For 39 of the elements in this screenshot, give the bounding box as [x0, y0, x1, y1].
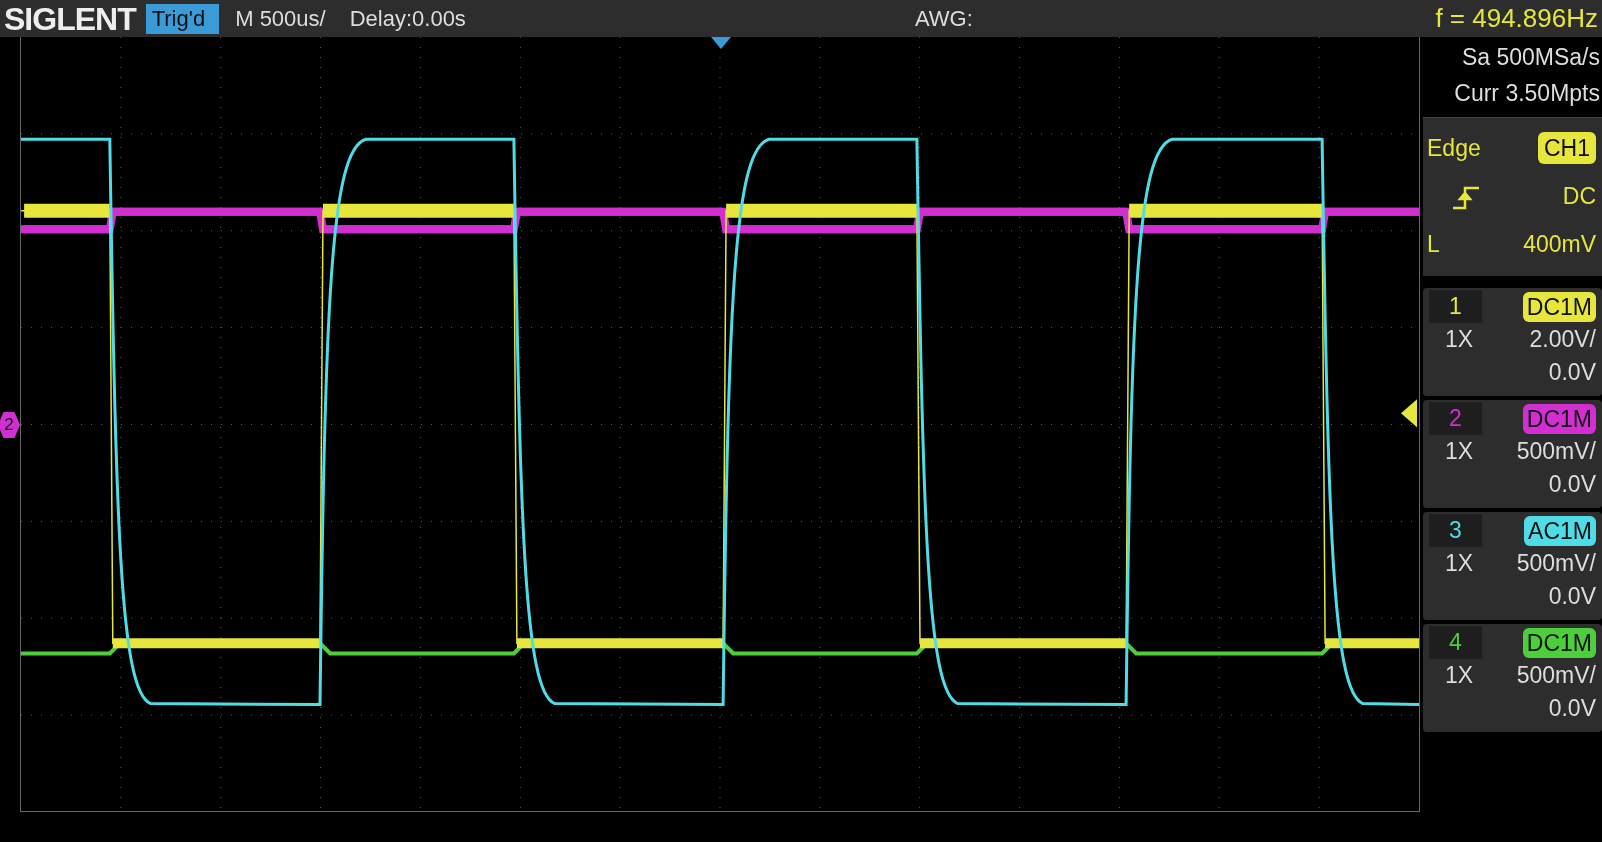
channel-panel[interactable]: 1 DC1M 1X 2.00V/ 0.0V: [1423, 288, 1602, 396]
probe-ratio: 1X: [1444, 661, 1474, 690]
channel-marker: 2: [0, 412, 20, 438]
channel-number: 4: [1429, 626, 1482, 659]
trigger-type: Edge: [1427, 133, 1481, 163]
awg-label: AWG:: [915, 5, 973, 33]
vertical-scale: 500mV/: [1516, 549, 1596, 578]
timebase: M 500us/: [235, 5, 326, 33]
channel-number: 2: [1429, 402, 1482, 435]
vertical-offset: 0.0V: [1548, 470, 1596, 499]
channel-coupling: DC1M: [1522, 291, 1596, 322]
vertical-scale: 500mV/: [1516, 661, 1596, 690]
trigger-delay: Delay:0.00s: [349, 5, 466, 33]
channel-panel[interactable]: 4 DC1M 1X 500mV/ 0.0V: [1423, 624, 1602, 732]
probe-ratio: 1X: [1444, 549, 1474, 578]
trigger-source: CH1: [1538, 132, 1596, 164]
vertical-scale: 2.00V/: [1529, 325, 1596, 354]
vertical-offset: 0.0V: [1548, 694, 1596, 723]
channel-coupling: AC1M: [1524, 515, 1596, 546]
channel-coupling: DC1M: [1522, 403, 1596, 434]
vertical-offset: 0.0V: [1548, 582, 1596, 611]
trigger-status: Trig'd: [145, 3, 220, 34]
sample-rate: Sa 500MSa/s: [1460, 43, 1600, 72]
trigger-level-label: L: [1427, 229, 1440, 259]
memory-depth: Curr 3.50Mpts: [1453, 79, 1600, 108]
brand-logo: SIGLENT: [4, 2, 136, 35]
frequency-readout: f = 494.896Hz: [1435, 2, 1599, 35]
channel-panel[interactable]: 3 AC1M 1X 500mV/ 0.0V: [1423, 512, 1602, 620]
trigger-level-marker-icon: [1401, 399, 1417, 428]
channel-number: 1: [1429, 290, 1482, 323]
trigger-coupling: DC: [1562, 181, 1596, 211]
probe-ratio: 1X: [1444, 437, 1474, 466]
vertical-scale: 500mV/: [1516, 437, 1596, 466]
channel-panel[interactable]: 2 DC1M 1X 500mV/ 0.0V: [1423, 400, 1602, 508]
trigger-level: 400mV: [1523, 229, 1596, 259]
channel-number: 3: [1429, 514, 1482, 547]
channel-coupling: DC1M: [1522, 627, 1596, 658]
vertical-offset: 0.0V: [1548, 358, 1596, 387]
probe-ratio: 1X: [1444, 325, 1474, 354]
